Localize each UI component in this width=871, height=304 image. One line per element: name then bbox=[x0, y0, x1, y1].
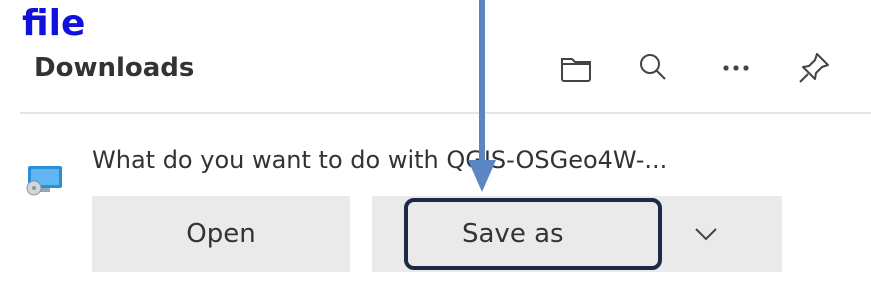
annotation-arrow bbox=[462, 0, 502, 196]
open-button[interactable]: Open bbox=[92, 196, 350, 272]
save-as-highlight bbox=[404, 198, 662, 270]
more-icon[interactable] bbox=[716, 48, 756, 88]
folder-icon[interactable] bbox=[556, 48, 596, 88]
panel-title: Downloads bbox=[34, 53, 195, 83]
chevron-down-icon[interactable] bbox=[689, 217, 723, 251]
download-prompt: What do you want to do with QGIS-OSGeo4W… bbox=[92, 146, 668, 174]
search-icon[interactable] bbox=[633, 48, 673, 88]
annotation-label: file bbox=[22, 3, 86, 44]
header-divider bbox=[20, 112, 871, 114]
pin-icon[interactable] bbox=[794, 48, 834, 88]
installer-file-icon bbox=[22, 162, 66, 198]
